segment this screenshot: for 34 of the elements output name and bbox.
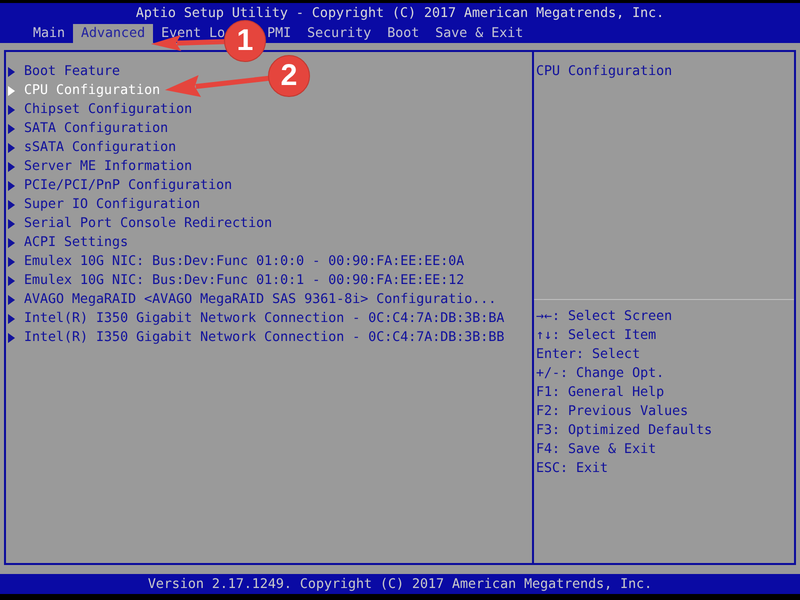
window-title: Aptio Setup Utility - Copyright (C) 2017 American Megatrends, Inc. xyxy=(136,6,664,21)
key-hint: Enter: Select xyxy=(536,346,640,364)
menu-item[interactable]: Serial Port Console Redirection xyxy=(8,214,272,233)
menu-item[interactable]: sSATA Configuration xyxy=(8,138,176,157)
menu-item[interactable]: ACPI Settings xyxy=(8,233,128,252)
tab[interactable]: PMI xyxy=(267,26,292,41)
menu-item[interactable]: Super IO Configuration xyxy=(8,195,200,214)
menu-item[interactable]: Intel(R) I350 Gigabit Network Connection - 0C:C4:7A:DB:3B:BA xyxy=(8,309,504,328)
tab[interactable]: Save & Exit xyxy=(435,26,524,41)
menu-item[interactable]: PCIe/PCI/PnP Configuration xyxy=(8,176,232,195)
menu-item[interactable]: SATA Configuration xyxy=(8,119,168,138)
key-hint: F4: Save & Exit xyxy=(536,441,656,459)
key-hint: +/-: Change Opt. xyxy=(536,365,664,383)
menu-item[interactable]: Server ME Information xyxy=(8,157,192,176)
key-hint: F2: Previous Values xyxy=(536,403,688,421)
tab[interactable]: Main xyxy=(33,26,66,41)
menu-item[interactable]: Boot Feature xyxy=(8,62,120,81)
tab[interactable]: Event Lo xyxy=(161,26,226,41)
key-hint: ESC: Exit xyxy=(536,460,608,478)
menu-item[interactable]: AVAGO MegaRAID <AVAGO MegaRAID SAS 9361-8i> Configuratio... xyxy=(8,290,496,309)
key-hint: F1: General Help xyxy=(536,384,664,402)
tab[interactable]: Boot xyxy=(387,26,420,41)
copyright-text: Version 2.17.1249. Copyright (C) 2017 American Megatrends, Inc. xyxy=(148,576,652,592)
key-hint: ↑↓: Select Item xyxy=(536,327,656,345)
help-text: CPU Configuration xyxy=(536,63,672,81)
menu-item[interactable]: Emulex 10G NIC: Bus:Dev:Func 01:0:0 - 00:90:FA:EE:EE:0A xyxy=(8,252,464,271)
tab[interactable]: Advanced xyxy=(73,24,154,43)
tab[interactable]: Security xyxy=(307,26,372,41)
menu-item[interactable]: CPU Configuration xyxy=(8,81,160,100)
menu-item[interactable]: Chipset Configuration xyxy=(8,100,192,119)
menu-item[interactable]: Emulex 10G NIC: Bus:Dev:Func 01:0:1 - 00:90:FA:EE:EE:12 xyxy=(8,271,464,290)
menu-item[interactable]: Intel(R) I350 Gigabit Network Connection - 0C:C4:7A:DB:3B:BB xyxy=(8,328,504,347)
key-hint: F3: Optimized Defaults xyxy=(536,422,712,440)
key-hint: →←: Select Screen xyxy=(536,308,672,326)
